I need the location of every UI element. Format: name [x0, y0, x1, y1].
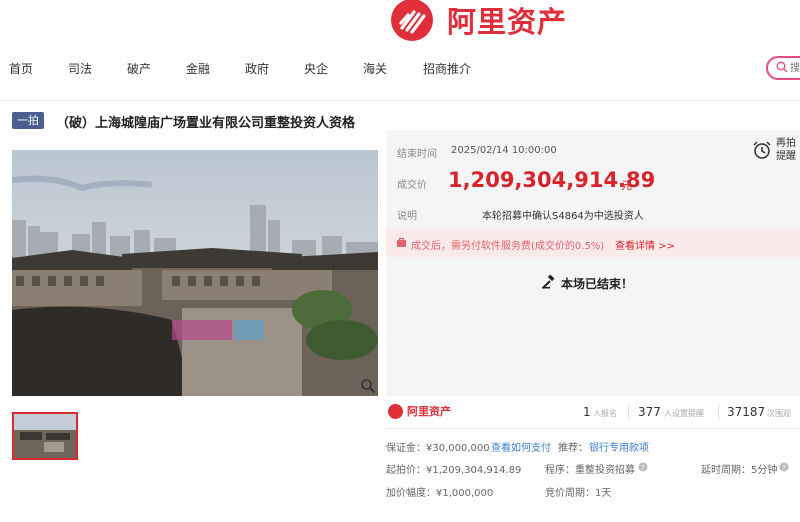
bid-increment: 加价幅度：¥1,000,000: [386, 488, 494, 499]
remind-count-label: 人设置提醒: [664, 409, 704, 418]
svg-text:?: ?: [641, 464, 645, 472]
round-badge: 一拍: [12, 112, 44, 129]
search-icon: [776, 61, 788, 73]
page-title: （破）上海城隍庙广场置业有限公司重整投资人资格: [56, 116, 356, 131]
note-label: 说明: [397, 211, 417, 222]
end-time-value: 2025/02/14 10:00:00: [451, 145, 557, 156]
recommend-label: 推荐：: [558, 443, 588, 454]
nav-item-customs[interactable]: 海关: [363, 60, 387, 77]
alarm-clock-icon[interactable]: [752, 140, 772, 160]
deposit: 保证金：¥30,000,000: [386, 443, 490, 454]
nav-item-finance[interactable]: 金融: [186, 60, 210, 77]
nav-item-home[interactable]: 首页: [9, 60, 33, 77]
delay-period: 延时周期：5分钟: [701, 465, 778, 476]
brand-logo[interactable]: 阿里资产: [391, 0, 568, 41]
main-nav: 首页 司法 破产 金融 政府 央企 海关 招商推介: [0, 56, 800, 84]
price-label: 成交价: [397, 180, 427, 191]
notice-bag-icon: [397, 237, 406, 247]
search-box[interactable]: [766, 56, 800, 80]
price-unit: 元: [621, 179, 632, 192]
signup-count: 1: [583, 405, 591, 419]
note-value: 本轮招募中确认S4864为中选投资人: [482, 211, 644, 222]
stat-separator: [718, 405, 719, 419]
signup-label: 人报名: [593, 409, 617, 418]
nav-item-investment[interactable]: 招商推介: [423, 60, 471, 77]
bid-cycle: 竞价周期：1天: [545, 488, 612, 499]
nav-item-soe[interactable]: 央企: [304, 60, 328, 77]
fee-notice-text: 成交后，需另付软件服务费(成交价的0.5%): [411, 241, 605, 252]
help-icon[interactable]: ?: [638, 462, 648, 472]
photo-thumbnail[interactable]: [12, 412, 78, 460]
nav-item-government[interactable]: 政府: [245, 60, 269, 77]
main-photo[interactable]: [12, 150, 378, 396]
view-label: 次围观: [767, 409, 791, 418]
fee-details-link[interactable]: 查看详情 >>: [615, 237, 675, 252]
header-divider: [0, 100, 800, 101]
ali-assets-logo: 阿里资产: [388, 403, 451, 419]
view-count: 37187: [727, 405, 766, 419]
gavel-icon: [542, 275, 555, 289]
auction-status: 本场已结束！: [561, 277, 634, 291]
remind-count: 377: [638, 405, 661, 419]
svg-text:?: ?: [782, 464, 786, 472]
brand-mark-icon: [391, 0, 433, 41]
zoom-icon[interactable]: [360, 378, 376, 394]
search-input[interactable]: [790, 60, 800, 76]
how-to-pay-link[interactable]: 查看如何支付: [491, 439, 551, 454]
nav-item-judicial[interactable]: 司法: [68, 60, 92, 77]
end-time-label: 结束时间: [397, 149, 437, 160]
brand-mark-small-icon: [388, 403, 403, 419]
procedure: 程序：重整投资招募: [545, 465, 635, 476]
nav-item-bankruptcy[interactable]: 破产: [127, 60, 151, 77]
remind-button[interactable]: 再拍提醒: [776, 137, 800, 163]
stat-separator: [628, 405, 629, 419]
bank-account-link[interactable]: 银行专用款项: [589, 439, 649, 454]
brand-name: 阿里资产: [447, 5, 568, 39]
help-icon[interactable]: ?: [779, 462, 789, 472]
start-price: 起拍价：¥1,209,304,914.89: [386, 465, 522, 476]
stats-divider: [386, 428, 800, 429]
